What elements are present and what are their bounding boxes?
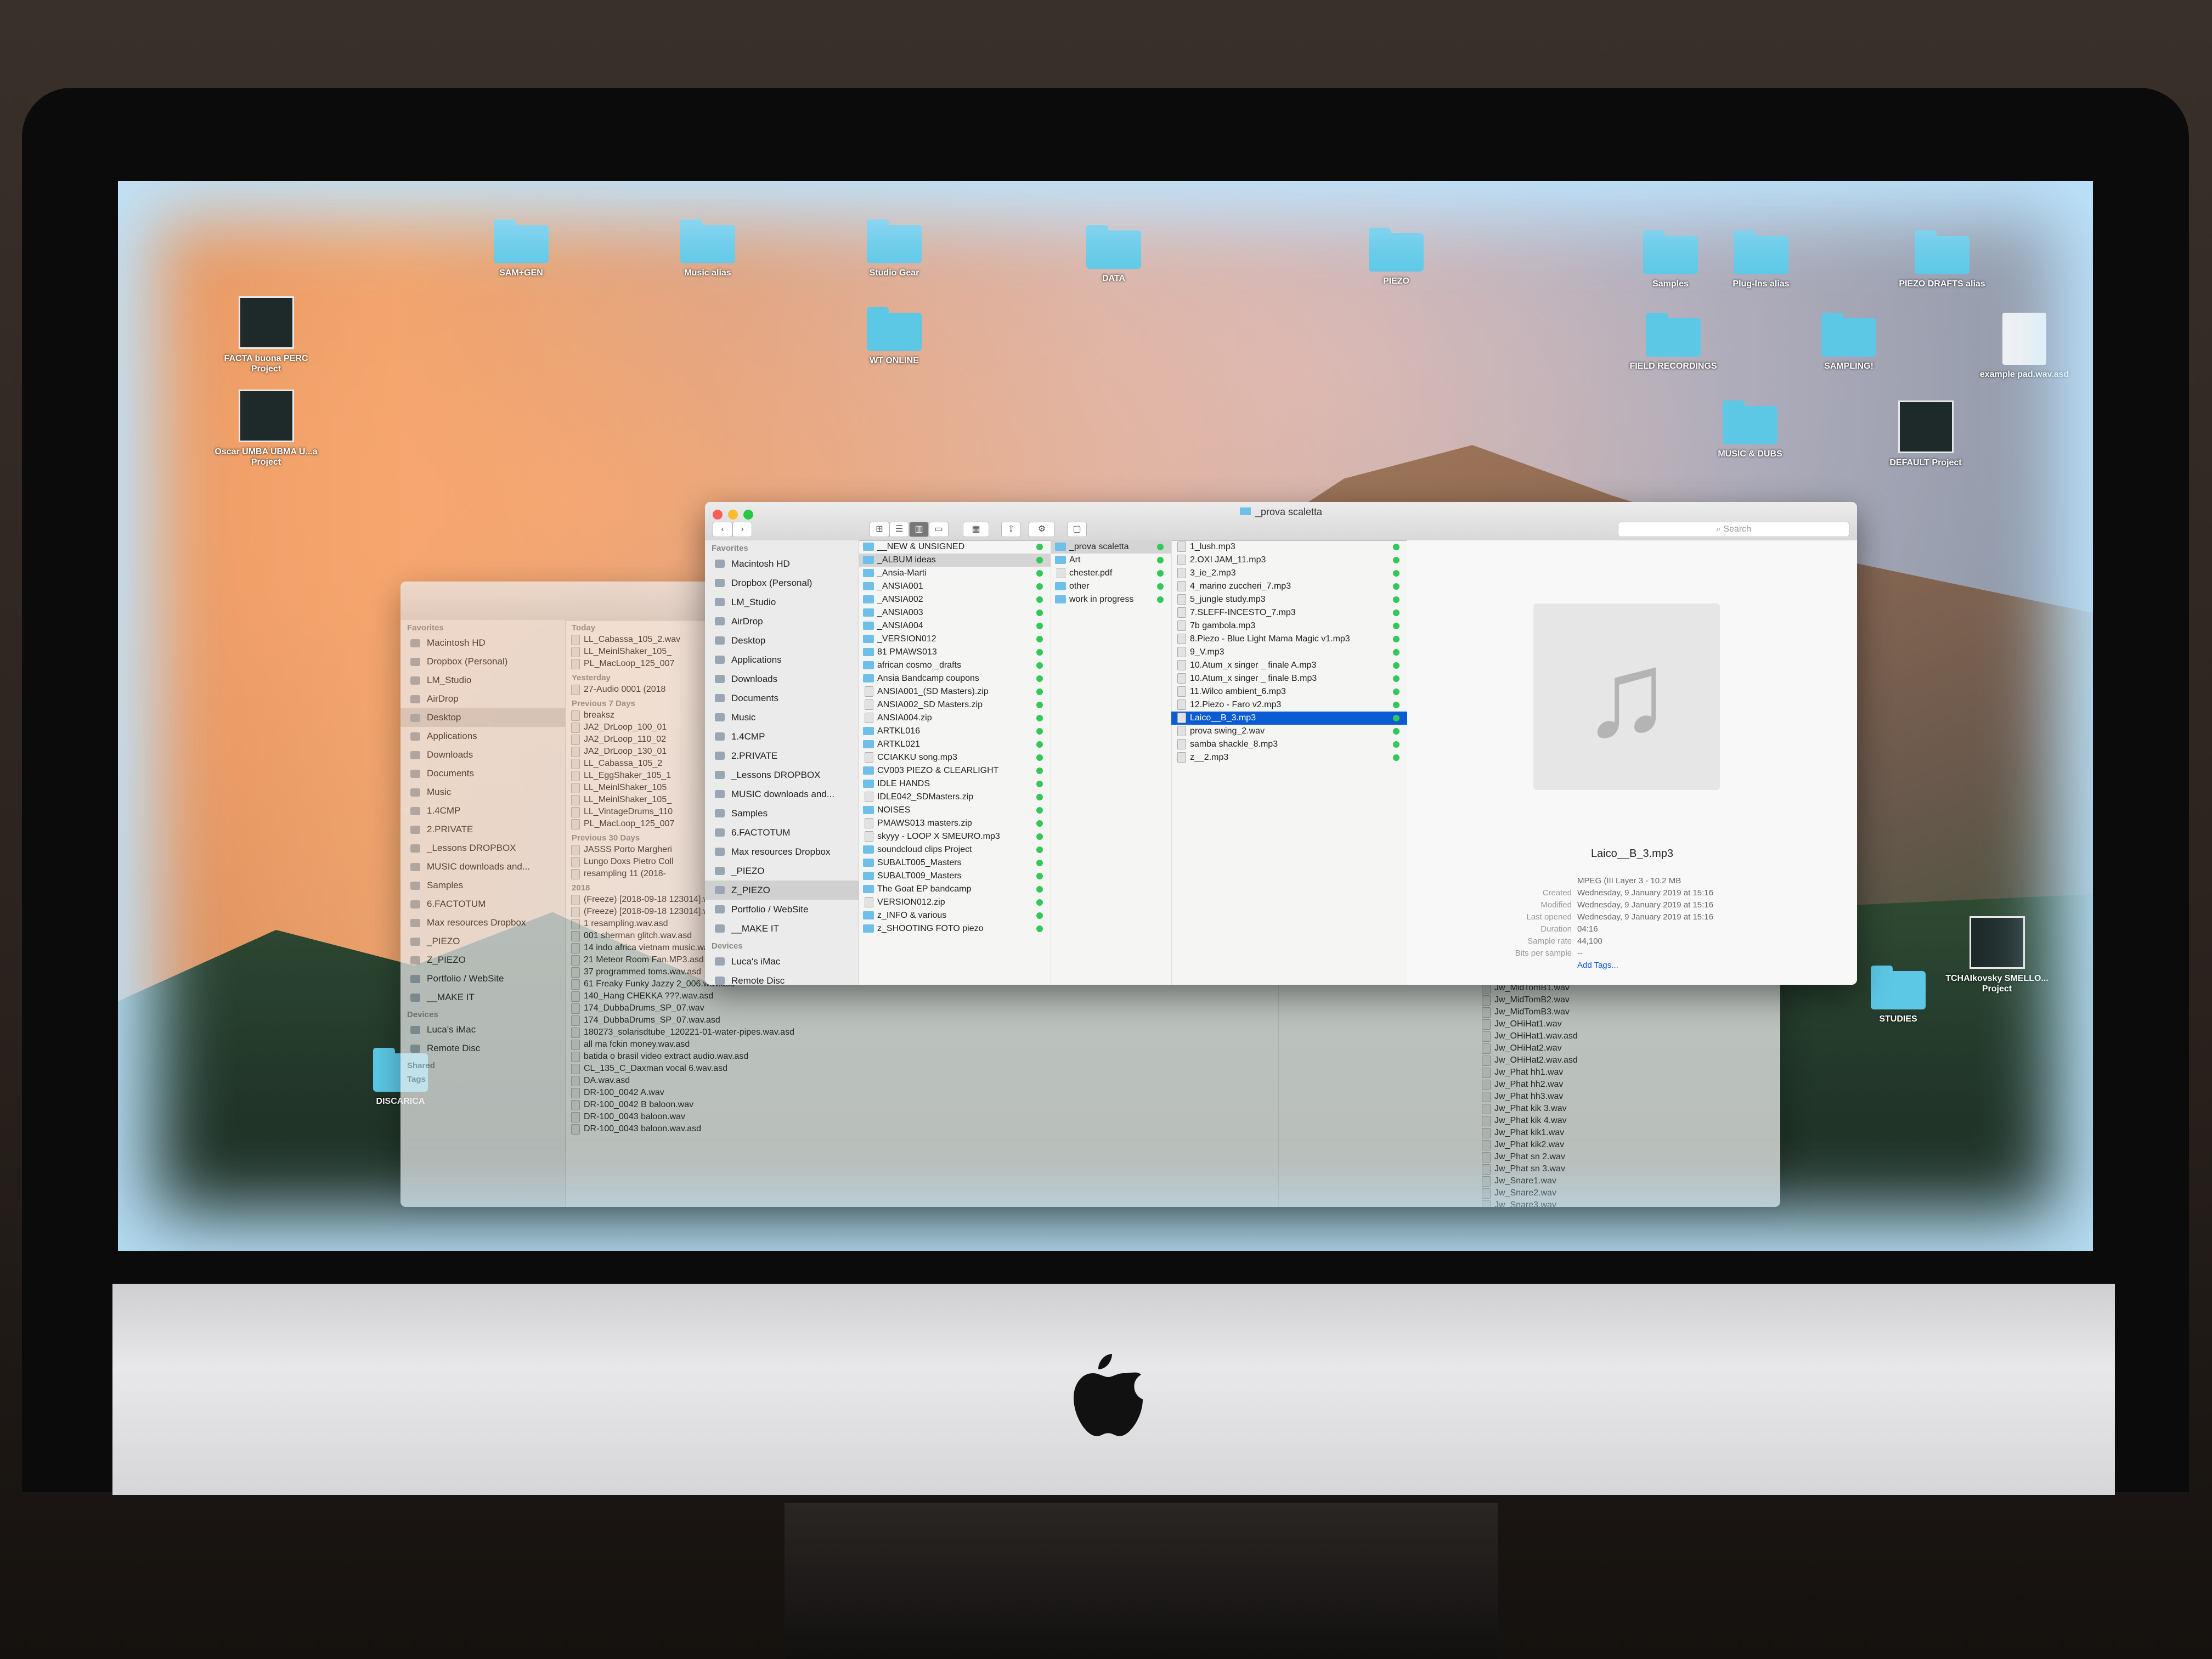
imac-stand	[785, 1503, 1498, 1659]
desktop-screen: SAM+GEN Music alias Studio Gear DATA PIE…	[118, 181, 2093, 1251]
screen-glare	[118, 181, 2093, 1251]
apple-logo-icon	[1074, 1354, 1143, 1436]
